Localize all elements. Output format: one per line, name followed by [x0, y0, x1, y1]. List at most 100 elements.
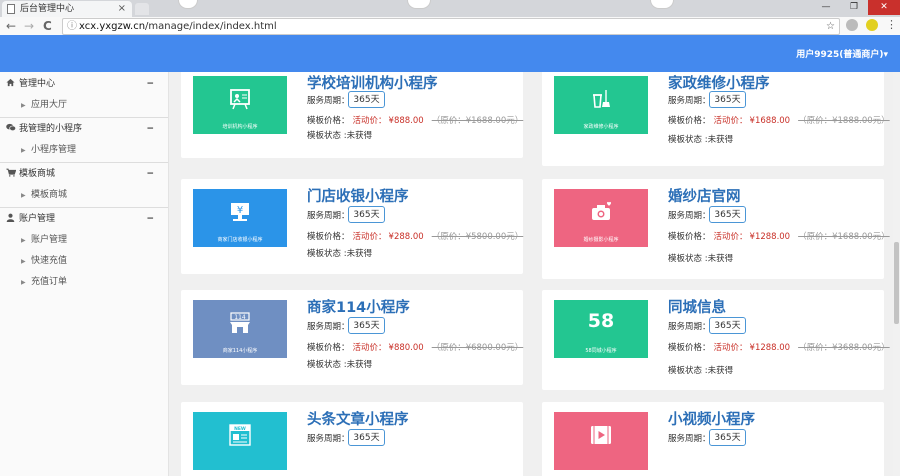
tab-close-icon[interactable]: ×: [118, 1, 126, 17]
card-title[interactable]: 婚纱店官网: [668, 185, 741, 206]
reload-icon[interactable]: C: [43, 18, 52, 34]
wechat-icon: [6, 119, 16, 140]
collapse-icon[interactable]: −: [146, 164, 154, 185]
divider: [0, 207, 168, 208]
extension-icon[interactable]: [846, 19, 858, 31]
card-title[interactable]: 家政维修小程序: [668, 72, 770, 93]
template-card[interactable]: ¥ 商家门店收银小程序 门店收银小程序 服务周期： 365天 模板价格： 活动价：…: [181, 179, 523, 274]
browser-menu-icon[interactable]: ⋮: [886, 18, 897, 31]
user-label: 用户9925(普通商户): [796, 50, 884, 60]
store-icon: 114: [230, 312, 250, 333]
card-title[interactable]: 学校培训机构小程序: [307, 72, 438, 93]
status-label: 模板状态 :: [307, 249, 347, 259]
extension-icon[interactable]: [866, 19, 878, 31]
store-number: 114: [234, 314, 246, 321]
sidebar-item-quick-recharge[interactable]: ▶ 快速充值: [0, 251, 168, 272]
collapse-icon[interactable]: −: [146, 209, 154, 230]
sidebar-group-template-store[interactable]: 模板商城 −: [0, 164, 168, 185]
period-box[interactable]: 365天: [709, 429, 746, 446]
card-title[interactable]: 门店收银小程序: [307, 185, 409, 206]
sidebar-group-my-miniprograms[interactable]: 我管理的小程序 −: [0, 119, 168, 140]
sidebar-group-label: 账户管理: [19, 214, 56, 224]
sidebar-item-miniprogram-manage[interactable]: ▶ 小程序管理: [0, 140, 168, 161]
template-thumbnail[interactable]: NEW: [193, 412, 287, 470]
bookmark-star-icon[interactable]: ☆: [826, 19, 835, 34]
period-box[interactable]: 365天: [348, 317, 385, 334]
browser-toolbar: ← → C ⓘ xcx.yxgzw.cn/manage/index/index.…: [0, 17, 900, 36]
card-title[interactable]: 头条文章小程序: [307, 408, 409, 429]
template-card[interactable]: 58 58同城小程序 同城信息 服务周期： 365天 模板价格： 活动价： ¥128…: [542, 290, 890, 390]
template-thumbnail[interactable]: 婚纱摄影小程序: [554, 189, 648, 247]
collapse-icon[interactable]: −: [146, 74, 154, 95]
status-row: 模板状态 :未获得: [668, 252, 733, 264]
thumb-caption: 商家114小程序: [222, 348, 258, 354]
sidebar-item-label: 账户管理: [31, 235, 68, 245]
overlay-avatar-icon: [407, 0, 431, 9]
sidebar-group-management[interactable]: 管理中心 −: [0, 74, 168, 95]
minimize-icon[interactable]: —: [812, 0, 840, 15]
maximize-icon[interactable]: ❐: [840, 0, 868, 15]
user-menu[interactable]: 用户9925(普通商户)▾: [796, 47, 888, 60]
template-card[interactable]: 小视频小程序 服务周期： 365天: [542, 402, 884, 476]
sidebar-group-account[interactable]: 账户管理 −: [0, 209, 168, 230]
vertical-scrollbar[interactable]: [893, 72, 900, 476]
collapse-icon[interactable]: −: [146, 119, 154, 140]
address-bar[interactable]: ⓘ xcx.yxgzw.cn/manage/index/index.html ☆: [62, 18, 840, 35]
template-thumbnail[interactable]: 58 58同城小程序: [554, 300, 648, 358]
template-card[interactable]: NEW 头条文章小程序 服务周期： 365天: [181, 402, 523, 476]
overlay-avatar-icon: [178, 0, 198, 9]
cleaning-icon: [593, 90, 610, 108]
period-box[interactable]: 365天: [709, 317, 746, 334]
template-card[interactable]: 婚纱摄影小程序 婚纱店官网 服务周期： 365天 模板价格： 活动价： ¥1288.…: [542, 179, 890, 279]
window-close-icon[interactable]: ✕: [868, 0, 900, 15]
forward-icon[interactable]: →: [24, 18, 34, 34]
sidebar-item-account-manage[interactable]: ▶ 账户管理: [0, 230, 168, 251]
arrow-right-icon: ▶: [21, 258, 26, 265]
status-row: 模板状态 :未获得: [668, 364, 733, 376]
template-card[interactable]: 114 商家114小程序 商家114小程序 服务周期： 365天 模板价格： 活动…: [181, 290, 523, 385]
period-box[interactable]: 365天: [348, 206, 385, 223]
sidebar-item-label: 模板商城: [31, 190, 68, 200]
sidebar-item-template-store[interactable]: ▶ 模板商城: [0, 185, 168, 206]
period-box[interactable]: 365天: [348, 91, 385, 108]
home-icon: [6, 74, 15, 95]
period-label: 服务周期：: [668, 434, 711, 444]
sidebar-item-recharge-orders[interactable]: ▶ 充值订单: [0, 272, 168, 293]
url-host: xcx.yxgzw.cn: [79, 21, 146, 32]
site-info-icon[interactable]: ⓘ: [67, 19, 77, 34]
template-card[interactable]: 培训机构小程序 学校培训机构小程序 服务周期： 365天 模板价格： 活动价： ¥8…: [181, 72, 523, 158]
card-title[interactable]: 商家114小程序: [307, 296, 410, 317]
back-icon[interactable]: ←: [6, 18, 16, 34]
price-label: 模板价格：: [307, 116, 350, 126]
template-thumbnail[interactable]: 培训机构小程序: [193, 76, 287, 134]
card-title[interactable]: 小视频小程序: [668, 408, 755, 429]
template-card[interactable]: 家政维修小程序 家政维修小程序 服务周期： 365天 模板价格： 活动价： ¥168…: [542, 72, 890, 166]
sidebar-item-label: 应用大厅: [31, 100, 68, 110]
status-row: 模板状态 :未获得: [307, 247, 372, 259]
status-value: 未获得: [346, 249, 373, 259]
new-tab-button[interactable]: [135, 3, 149, 15]
template-thumbnail[interactable]: 114 商家114小程序: [193, 300, 287, 358]
page-icon: [7, 4, 15, 14]
divider: [0, 162, 168, 163]
template-thumbnail[interactable]: [554, 412, 648, 470]
activity-price: ¥1688.00: [749, 116, 791, 126]
activity-label: 活动价：: [352, 232, 387, 242]
period-box[interactable]: 365天: [709, 206, 746, 223]
period-box[interactable]: 365天: [348, 429, 385, 446]
price-row: 模板价格： 活动价： ¥288.00 （原价：¥5800.00元）: [307, 230, 523, 242]
price-label: 模板价格：: [307, 232, 350, 242]
sidebar-item-app-hall[interactable]: ▶ 应用大厅: [0, 95, 168, 116]
thumb-caption: 婚纱摄影小程序: [583, 237, 619, 243]
activity-price: ¥1288.00: [749, 232, 791, 242]
card-title[interactable]: 同城信息: [668, 296, 726, 317]
period-box[interactable]: 365天: [709, 91, 746, 108]
original-price: （原价：¥1688.00元）: [431, 116, 524, 126]
template-thumbnail[interactable]: 家政维修小程序: [554, 76, 648, 134]
price-label: 模板价格：: [668, 343, 711, 353]
price-row: 模板价格： 活动价： ¥880.00 （原价：¥6800.00元）: [307, 341, 523, 353]
scrollbar-thumb[interactable]: [894, 242, 899, 324]
browser-tab-active[interactable]: 后台管理中心 ×: [2, 1, 132, 17]
arrow-right-icon: ▶: [21, 192, 26, 199]
template-thumbnail[interactable]: ¥ 商家门店收银小程序: [193, 189, 287, 247]
